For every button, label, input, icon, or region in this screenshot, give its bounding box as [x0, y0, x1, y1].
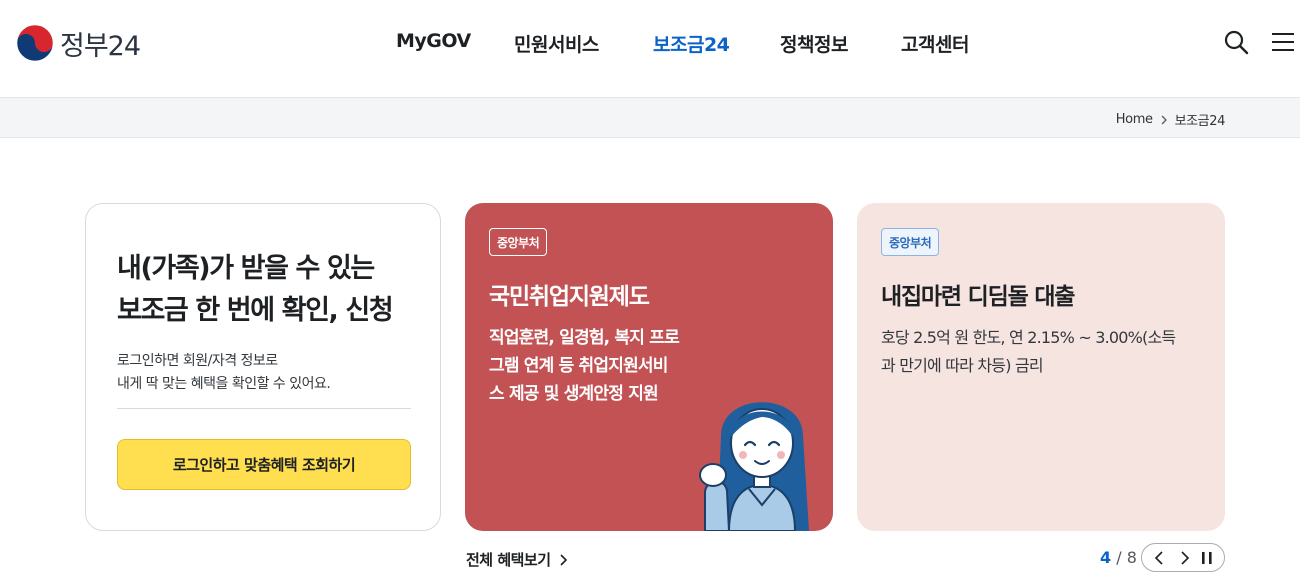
carousel-page-indicator: 4 / 8: [1100, 548, 1137, 567]
intro-title-line: 내(가족)가 받을 수 있는: [117, 253, 375, 284]
chevron-right-icon: [1161, 115, 1167, 124]
benefit-title: 국민취업지원제도: [489, 284, 650, 310]
carousel-page-separator: /: [1116, 548, 1122, 567]
nav-item-policy-info[interactable]: 정책정보: [780, 30, 848, 57]
breadcrumb-bar: Home 보조금24: [0, 97, 1300, 138]
benefit-desc-line: 그램 연계 등 취업지원서비: [489, 356, 668, 376]
benefit-desc-line: 과 만기에 따라 차등) 금리: [881, 356, 1044, 375]
intro-desc-line: 로그인하면 회원/자격 정보로: [117, 353, 278, 369]
search-icon[interactable]: [1223, 29, 1249, 55]
category-badge: 중앙부처: [881, 228, 940, 256]
intro-desc-line: 내게 딱 맞는 혜택을 확인할 수 있어요.: [117, 376, 331, 392]
login-benefit-lookup-button[interactable]: 로그인하고 맞춤혜택 조회하기: [117, 439, 411, 490]
pause-icon[interactable]: [1197, 548, 1217, 568]
carousel-total-pages: 8: [1126, 548, 1137, 567]
view-all-benefits-link[interactable]: 전체 혜택보기: [466, 549, 568, 570]
benefit-card-employment-support[interactable]: 중앙부처 국민취업지원제도 직업훈련, 일경험, 복지 프로 그램 연계 등 취…: [465, 203, 833, 531]
benefit-desc-line: 직업훈련, 일경험, 복지 프로: [489, 328, 680, 348]
nav-item-subsidy24[interactable]: 보조금24: [653, 30, 730, 57]
intro-card: 내(가족)가 받을 수 있는 보조금 한 번에 확인, 신청 로그인하면 회원/…: [85, 203, 441, 531]
benefit-card-home-loan[interactable]: 중앙부처 내집마련 디딤돌 대출 호당 2.5억 원 한도, 연 2.15% ~…: [857, 203, 1225, 531]
intro-title-line: 보조금 한 번에 확인, 신청: [117, 295, 394, 326]
menu-icon[interactable]: [1270, 29, 1296, 55]
intro-description: 로그인하면 회원/자격 정보로 내게 딱 맞는 혜택을 확인할 수 있어요.: [117, 350, 417, 396]
nav-item-civil-service[interactable]: 민원서비스: [514, 30, 599, 57]
carousel-current-page: 4: [1100, 548, 1112, 567]
main-nav: MyGOV 민원서비스 보조금24 정책정보 고객센터: [0, 30, 1300, 56]
nav-item-mygov[interactable]: MyGOV: [396, 30, 471, 52]
chevron-right-icon: [559, 553, 567, 566]
benefit-desc-line: 호당 2.5억 원 한도, 연 2.15% ~ 3.00%(소득: [881, 328, 1176, 347]
prev-arrow-icon[interactable]: [1150, 548, 1170, 568]
category-badge: 중앙부처: [489, 228, 548, 256]
nav-item-customer-center[interactable]: 고객센터: [901, 30, 969, 57]
carousel-controls: [1141, 543, 1225, 572]
site-header: 정부24 MyGOV 민원서비스 보조금24 정책정보 고객센터: [0, 0, 1300, 97]
view-all-label: 전체 혜택보기: [466, 551, 551, 569]
intro-title: 내(가족)가 받을 수 있는 보조금 한 번에 확인, 신청: [117, 248, 417, 332]
breadcrumb: Home 보조금24: [1116, 110, 1226, 129]
benefit-title: 내집마련 디딤돌 대출: [881, 284, 1075, 310]
breadcrumb-current: 보조금24: [1174, 114, 1226, 129]
next-arrow-icon[interactable]: [1174, 548, 1194, 568]
divider: [117, 408, 411, 409]
benefit-description: 호당 2.5억 원 한도, 연 2.15% ~ 3.00%(소득 과 만기에 따…: [881, 324, 1211, 380]
breadcrumb-home[interactable]: Home: [1116, 112, 1153, 127]
person-illustration: [699, 402, 809, 531]
